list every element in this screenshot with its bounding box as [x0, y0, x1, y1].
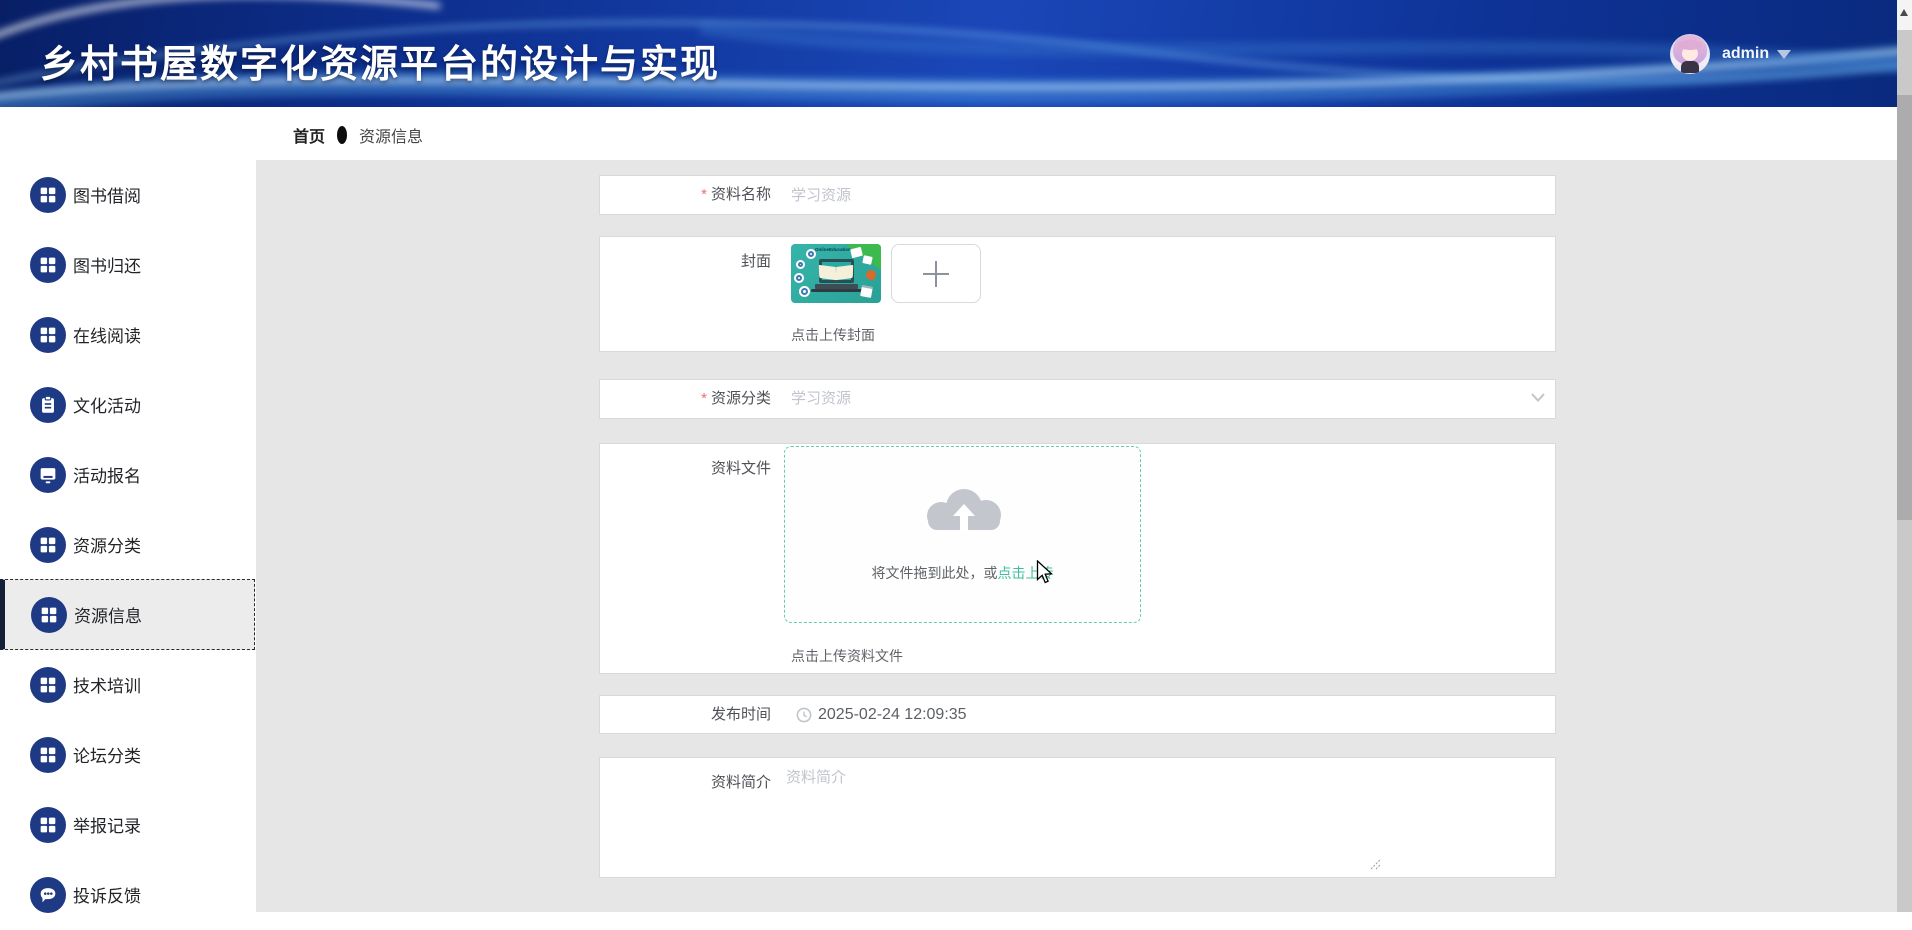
user-menu[interactable]: admin [1670, 34, 1791, 74]
required-asterisk: * [701, 390, 707, 407]
sidebar-item-report-record[interactable]: 举报记录 [0, 789, 255, 860]
category-placeholder: 学习资源 [791, 380, 851, 418]
field-label: 资料文件 [600, 444, 771, 478]
sidebar-item-label: 技术培训 [73, 672, 141, 697]
breadcrumb-current: 资源信息 [359, 123, 423, 147]
cover-preview-image[interactable]: OnlineEducation [791, 244, 881, 303]
breadcrumb-home[interactable]: 首页 [293, 123, 325, 147]
cover-badge-text: OnlineEducation [815, 247, 851, 252]
sidebar-item-label: 举报记录 [73, 812, 141, 837]
sidebar-item-online-reading[interactable]: 在线阅读 [0, 299, 255, 370]
app-header: 乡村书屋数字化资源平台的设计与实现 admin [0, 0, 1897, 107]
sidebar-item-book-borrow[interactable]: 图书借阅 [0, 159, 255, 230]
grid-icon [30, 317, 66, 353]
scrollbar[interactable] [1897, 0, 1912, 912]
sidebar-item-activity-signup[interactable]: 活动报名 [0, 439, 255, 510]
breadcrumb-separator-icon [337, 126, 347, 144]
breadcrumb-bar: 首页 资源信息 [0, 107, 1897, 160]
clipboard-icon [30, 387, 66, 423]
resize-handle[interactable] [1370, 858, 1382, 870]
name-input[interactable] [791, 176, 1521, 214]
file-upload-hint: 点击上传资料文件 [791, 646, 903, 666]
chevron-down-icon [1777, 50, 1791, 59]
mouse-cursor-icon [1036, 560, 1055, 585]
grid-icon [30, 737, 66, 773]
sidebar-item-resource-info[interactable]: 资源信息 [0, 579, 255, 650]
sidebar-item-label: 图书借阅 [73, 182, 141, 207]
intro-textarea[interactable] [786, 766, 1386, 872]
app: 乡村书屋数字化资源平台的设计与实现 admin 首页 资源信息 图书借阅图书归还… [0, 0, 1912, 912]
sidebar-item-complaint-feedback[interactable]: 投诉反馈 [0, 859, 255, 930]
chat-icon [30, 877, 66, 913]
clock-icon [796, 707, 812, 723]
sidebar-item-label: 图书归还 [73, 252, 141, 277]
field-row-cover: 封面 OnlineEducation 点击上传封面 [599, 236, 1556, 352]
sidebar-item-culture-activity[interactable]: 文化活动 [0, 369, 255, 440]
category-select[interactable]: 学习资源 [791, 380, 1551, 418]
page-title: 乡村书屋数字化资源平台的设计与实现 [40, 33, 720, 88]
sidebar-item-label: 文化活动 [73, 392, 141, 417]
scrollbar-up-button[interactable] [1897, 0, 1912, 30]
sidebar-item-label: 在线阅读 [73, 322, 141, 347]
cover-upload-hint: 点击上传封面 [791, 325, 875, 345]
publish-time-value[interactable]: 2025-02-24 12:09:35 [818, 696, 967, 733]
sidebar: 图书借阅图书归还在线阅读文化活动活动报名资源分类资源信息技术培训论坛分类举报记录… [0, 107, 256, 912]
grid-icon [31, 597, 67, 633]
dropzone-text: 将文件拖到此处，或点击上传 [785, 563, 1140, 583]
user-name: admin [1722, 45, 1769, 63]
field-label: *资源分类 [600, 380, 771, 418]
grid-icon [30, 667, 66, 703]
required-asterisk: * [701, 186, 707, 203]
field-row-intro: 资料简介 [599, 757, 1556, 878]
sidebar-item-label: 投诉反馈 [73, 882, 141, 907]
field-row-file: 资料文件 将文件拖到此处，或点击上传 点击上传资料文件 [599, 443, 1556, 674]
grid-icon [30, 807, 66, 843]
sidebar-item-tech-training[interactable]: 技术培训 [0, 649, 255, 720]
grid-icon [30, 177, 66, 213]
plus-icon [923, 261, 949, 287]
file-dropzone[interactable]: 将文件拖到此处，或点击上传 [784, 446, 1141, 623]
sidebar-item-forum-category[interactable]: 论坛分类 [0, 719, 255, 790]
sidebar-item-book-return[interactable]: 图书归还 [0, 229, 255, 300]
field-label: *资料名称 [600, 176, 771, 214]
field-row-name: *资料名称 [599, 175, 1556, 215]
sidebar-item-label: 论坛分类 [73, 742, 141, 767]
grid-icon [30, 247, 66, 283]
field-row-category: *资源分类 学习资源 [599, 379, 1556, 419]
sidebar-item-label: 资源信息 [74, 602, 142, 627]
chevron-down-icon [1531, 393, 1545, 402]
field-label: 发布时间 [600, 696, 771, 733]
sidebar-item-resource-category[interactable]: 资源分类 [0, 509, 255, 580]
main-content: *资料名称 封面 OnlineEducation 点击上传封面 [256, 160, 1897, 912]
sidebar-item-label: 活动报名 [73, 462, 141, 487]
upload-cloud-icon [925, 489, 1003, 541]
field-row-publish-time: 发布时间 2025-02-24 12:09:35 [599, 695, 1556, 734]
field-label: 资料简介 [600, 758, 771, 792]
scrollbar-thumb[interactable] [1897, 95, 1912, 520]
breadcrumb: 首页 资源信息 [293, 123, 423, 147]
sidebar-item-label: 资源分类 [73, 532, 141, 557]
field-label: 封面 [600, 237, 771, 271]
user-avatar[interactable] [1670, 34, 1710, 74]
cover-upload-button[interactable] [891, 244, 981, 303]
grid-icon [30, 527, 66, 563]
monitor-icon [30, 457, 66, 493]
